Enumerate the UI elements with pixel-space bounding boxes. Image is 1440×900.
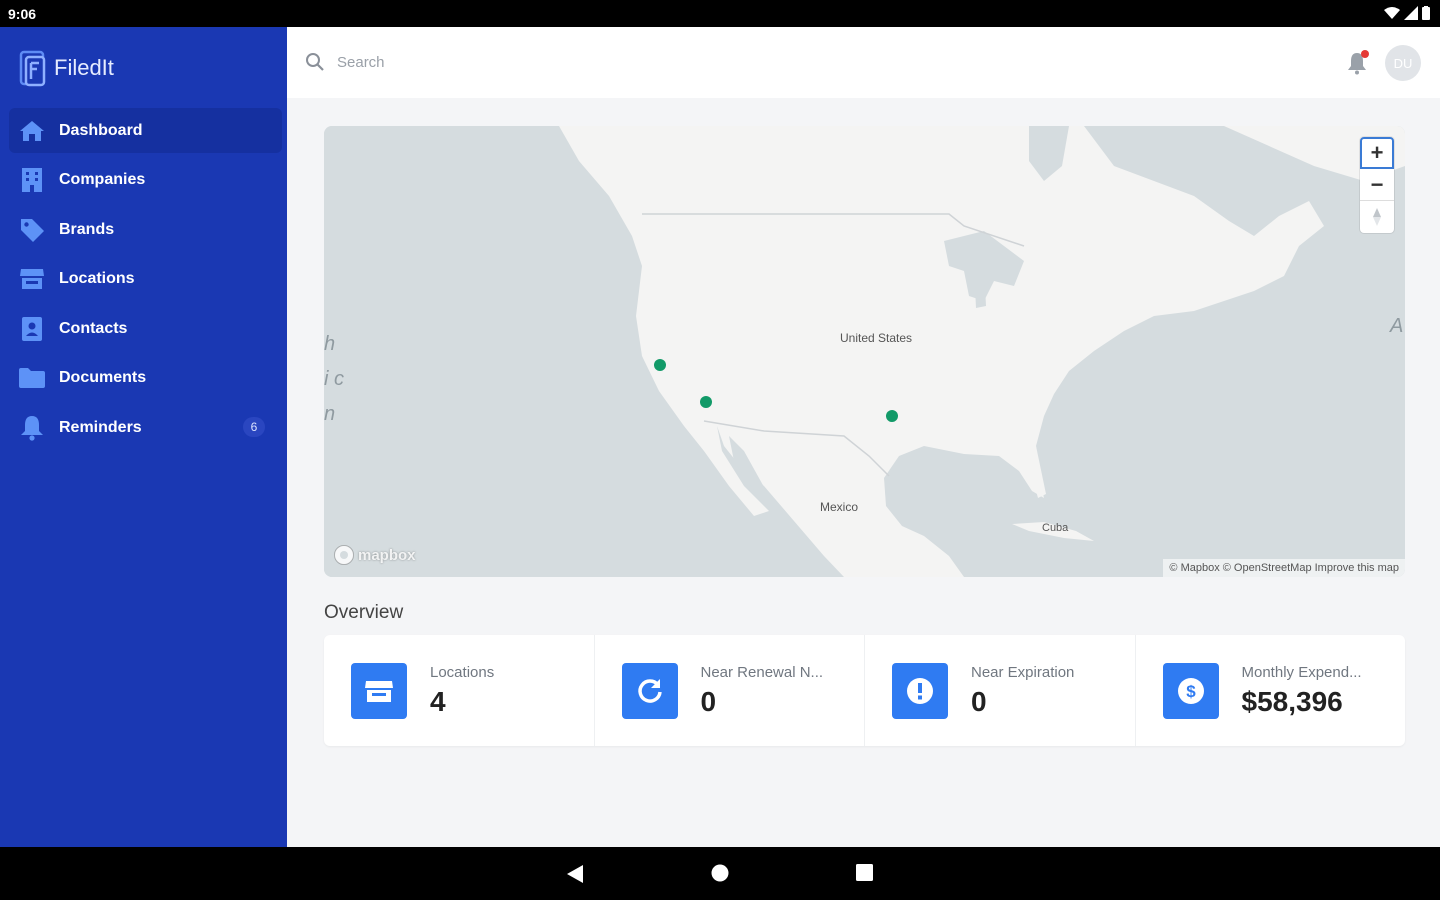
system-indicators [1384, 6, 1430, 20]
overview-heading: Overview [324, 602, 404, 623]
sidebar-nav: Dashboard Companies Brands Locations Con… [9, 108, 282, 455]
recents-square-icon[interactable] [856, 864, 873, 881]
mapbox-wordmark: mapbox [358, 546, 416, 564]
compass-icon [1373, 208, 1381, 226]
compass-button[interactable] [1360, 201, 1394, 233]
search-icon [306, 53, 324, 71]
system-navigation-bar [0, 847, 1440, 900]
top-bar: DU [287, 27, 1440, 98]
location-marker[interactable] [700, 396, 712, 408]
sidebar-item-label: Locations [59, 270, 135, 287]
sidebar-item-locations[interactable]: Locations [9, 257, 282, 302]
app-window: FiledIt Dashboard Companies Brands Locat… [0, 27, 1440, 847]
building-icon [18, 166, 46, 194]
battery-icon [1422, 6, 1430, 20]
sidebar-item-label: Companies [59, 171, 146, 188]
stat-card-monthly-expenditure[interactable]: $ Monthly Expend... $58,396 [1136, 635, 1406, 746]
mapbox-logo-icon [334, 545, 354, 565]
location-marker[interactable] [886, 410, 898, 422]
sidebar-item-reminders[interactable]: Reminders 6 [9, 405, 282, 450]
stat-value: 0 [971, 686, 987, 717]
bell-icon [18, 414, 46, 442]
sidebar: FiledIt Dashboard Companies Brands Locat… [0, 27, 287, 847]
home-icon [18, 117, 46, 145]
svg-text:$: $ [1186, 682, 1196, 701]
sidebar-item-label: Documents [59, 369, 147, 386]
sidebar-item-contacts[interactable]: Contacts [9, 306, 282, 351]
sidebar-item-label: Dashboard [59, 121, 143, 139]
sidebar-item-documents[interactable]: Documents [9, 356, 282, 401]
stat-value: 4 [430, 686, 446, 717]
map-attribution[interactable]: © Mapbox © OpenStreetMap Improve this ma… [1163, 559, 1405, 577]
stat-value: $58,396 [1241, 686, 1343, 717]
map-label-united-states: United States [840, 331, 913, 345]
zoom-in-button[interactable]: + [1360, 137, 1394, 169]
tag-icon [18, 216, 46, 244]
sidebar-item-label: Brands [59, 220, 115, 238]
stat-card-near-renewal[interactable]: Near Renewal N... 0 [595, 635, 865, 746]
folder-icon [18, 364, 46, 392]
sidebar-item-dashboard[interactable]: Dashboard [9, 108, 282, 153]
stat-label: Locations [430, 664, 495, 681]
stat-card-locations[interactable]: Locations 4 [324, 635, 595, 746]
stat-card-near-expiration[interactable]: Near Expiration 0 [865, 635, 1136, 746]
lake-michigan [974, 266, 986, 308]
refresh-icon [621, 663, 678, 719]
map-zoom-controls: + − [1360, 137, 1394, 233]
stat-label: Near Expiration [971, 664, 1075, 681]
stat-label: Monthly Expend... [1241, 664, 1362, 681]
brand-logo[interactable]: FiledIt [18, 49, 114, 87]
stat-label: Near Renewal N... [700, 664, 824, 681]
sidebar-item-label: Reminders [59, 418, 142, 436]
overview-stats: Locations 4 Near Renewal N... 0 Near Exp… [324, 635, 1405, 746]
sidebar-item-label: Contacts [59, 319, 128, 337]
map-canvas[interactable] [324, 126, 1405, 577]
store-icon [18, 265, 46, 293]
system-status-bar: 9:06 [0, 0, 1440, 27]
search-input[interactable] [337, 47, 1237, 77]
dollar-icon: $ [1162, 663, 1219, 719]
back-icon[interactable] [566, 864, 584, 884]
zoom-out-button[interactable]: − [1360, 169, 1394, 201]
status-time: 9:06 [8, 6, 37, 22]
alert-circle-icon [892, 663, 948, 719]
sidebar-item-companies[interactable]: Companies [9, 158, 282, 203]
map-edge-letter: n [324, 403, 336, 425]
avatar[interactable]: DU [1385, 45, 1421, 81]
brand-name: FiledIt [54, 55, 114, 80]
store-icon [351, 663, 407, 719]
home-circle-icon[interactable] [711, 864, 729, 882]
map-label-mexico: Mexico [820, 500, 859, 514]
main-content: DU [287, 27, 1440, 847]
map-edge-letter: h [324, 333, 336, 355]
contact-card-icon [18, 315, 46, 343]
signal-icon [1404, 6, 1418, 20]
reminders-count-badge: 6 [243, 417, 265, 437]
map-label-cuba: Cuba [1042, 522, 1069, 534]
map-edge-letter: A [1390, 315, 1404, 337]
stat-value: 0 [700, 686, 717, 717]
location-marker[interactable] [654, 359, 666, 371]
sidebar-item-brands[interactable]: Brands [9, 207, 282, 252]
notification-dot [1361, 50, 1369, 58]
map-edge-letter: i c [324, 368, 344, 390]
locations-map[interactable]: United States Mexico Cuba h i c n A + − … [324, 126, 1405, 577]
wifi-icon [1384, 7, 1400, 19]
filedit-logo-icon [19, 50, 46, 87]
mapbox-logo[interactable]: mapbox [333, 544, 416, 566]
